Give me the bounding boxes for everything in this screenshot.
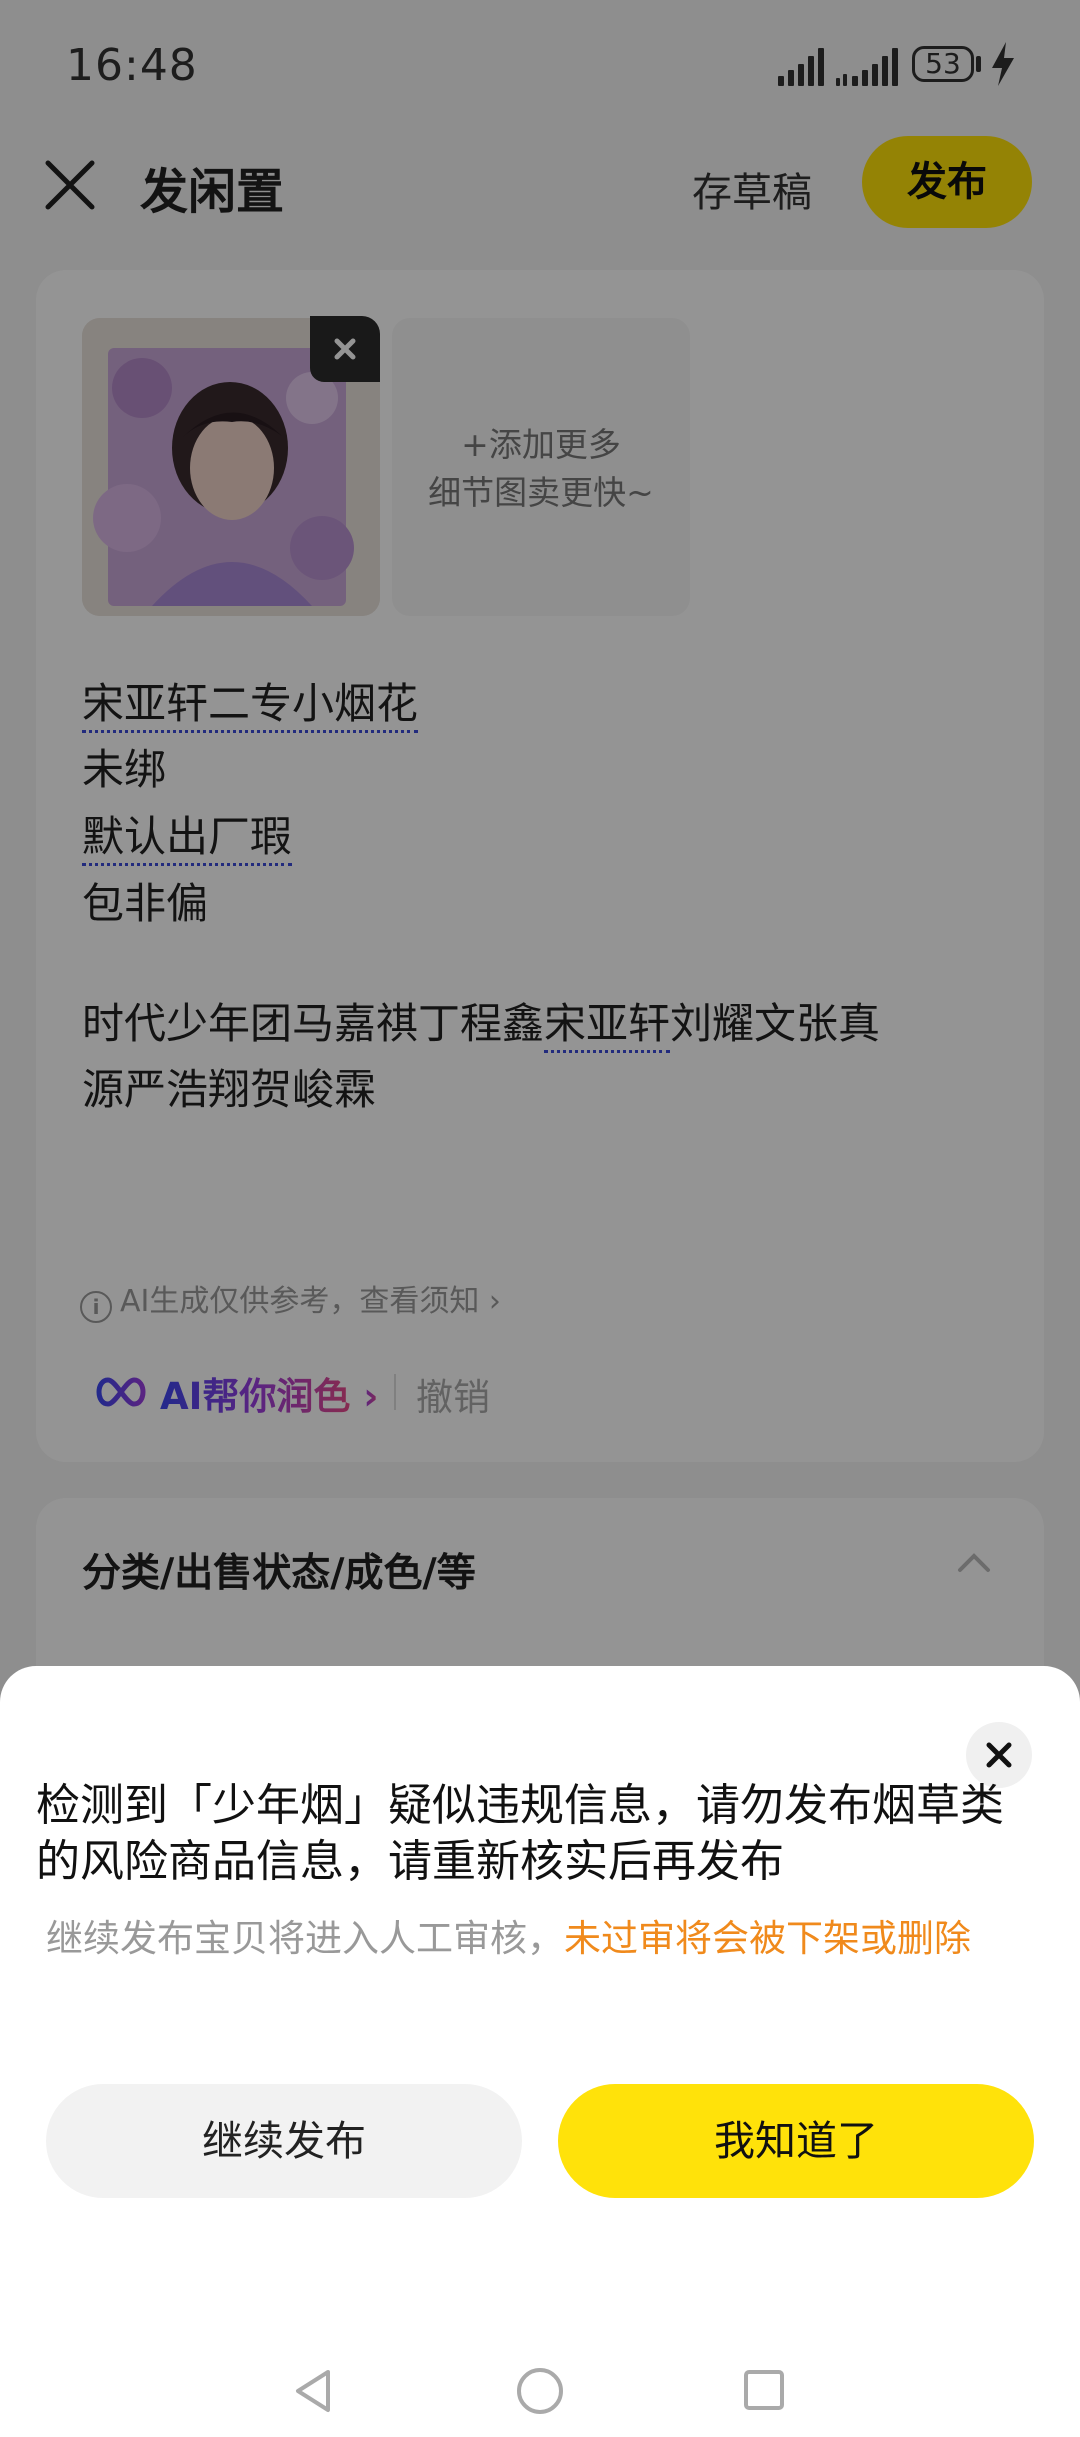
system-nav-bar [0, 2356, 1080, 2436]
dialog-subtitle-text: 继续发布宝贝将进入人工审核， [46, 1917, 564, 1960]
dialog-warning-text: 未过审将会被下架或删除 [564, 1917, 971, 1960]
dialog-subtitle: 继续发布宝贝将进入人工审核，未过审将会被下架或删除 [46, 1916, 1036, 1962]
back-nav-icon[interactable] [290, 2366, 336, 2416]
violation-dialog: 检测到「少年烟」疑似违规信息，请勿发布烟草类的风险商品信息，请重新核实后再发布 … [0, 1666, 1080, 2437]
continue-publish-button[interactable]: 继续发布 [46, 2084, 522, 2198]
recents-nav-icon[interactable] [742, 2368, 786, 2412]
dialog-title: 检测到「少年烟」疑似违规信息，请勿发布烟草类的风险商品信息，请重新核实后再发布 [36, 1780, 1004, 1887]
acknowledge-button[interactable]: 我知道了 [558, 2084, 1034, 2198]
home-nav-icon[interactable] [515, 2366, 565, 2416]
